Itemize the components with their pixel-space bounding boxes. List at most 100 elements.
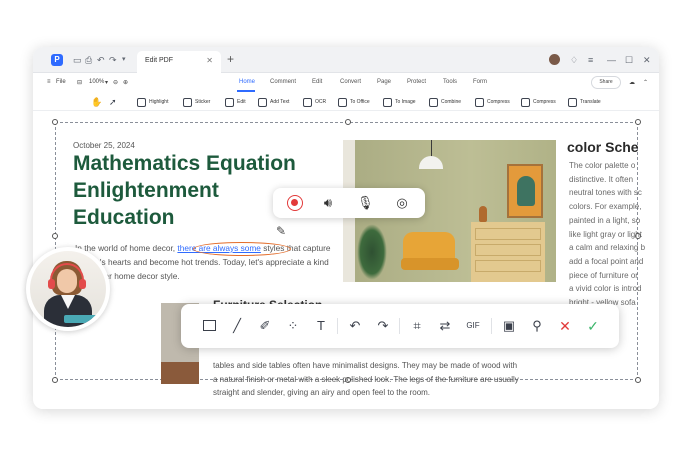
webcam-earcup xyxy=(79,279,86,289)
body-paragraph: tables and side tables often have minima… xyxy=(213,359,558,400)
more-dropdown-icon[interactable]: ▾ xyxy=(122,55,126,65)
toolbar-divider xyxy=(399,318,400,334)
to-office-icon xyxy=(338,97,347,107)
speaker-icon[interactable]: 🔊︎ xyxy=(320,195,336,211)
file-menu[interactable]: File xyxy=(56,79,66,85)
to-image-icon xyxy=(383,97,392,107)
pin-icon[interactable]: ⚲ xyxy=(529,318,545,334)
tab-form[interactable]: Form xyxy=(473,79,487,85)
annotation-toolbar: ╱ ✐ ⁘ T ↶ ↷ ⌗ ⇄ GIF ▣ ⚲ ✕ ✓ xyxy=(181,304,619,348)
app-logo: P xyxy=(51,54,63,66)
toolbar-divider xyxy=(337,318,338,334)
redo-icon[interactable]: ↷ xyxy=(109,55,117,65)
undo-icon[interactable]: ↶ xyxy=(97,55,105,65)
app-window: P ▭ ⎙ ↶ ↷ ▾ Edit PDF ✕ + ♢ ≡ — ☐ ✕ ≡ Fil… xyxy=(33,47,659,409)
compress-tool-2[interactable]: Compress xyxy=(521,96,556,108)
avatar[interactable] xyxy=(549,54,560,65)
compress-tool[interactable]: Compress xyxy=(475,96,510,108)
to-image-tool[interactable]: To Image xyxy=(383,96,416,108)
document-canvas[interactable]: October 25, 2024 Mathematics Equation En… xyxy=(33,112,659,409)
webcam-icon[interactable]: ◎ xyxy=(394,195,410,211)
zoom-in-icon[interactable]: ⊕ xyxy=(123,79,128,86)
confirm-icon[interactable]: ✓ xyxy=(585,318,601,334)
record-button[interactable] xyxy=(287,195,303,211)
line-icon[interactable]: ╱ xyxy=(229,318,245,334)
document-tab[interactable]: Edit PDF ✕ xyxy=(137,51,221,73)
hand-icon[interactable]: ⊟ xyxy=(77,79,82,86)
resize-handle[interactable] xyxy=(52,119,58,125)
resize-handle[interactable] xyxy=(345,119,351,125)
close-tab-icon[interactable]: ✕ xyxy=(206,56,213,65)
tab-protect[interactable]: Protect xyxy=(407,79,426,85)
edit-tool[interactable]: Edit xyxy=(225,96,246,108)
hamburger-icon[interactable]: ≡ xyxy=(47,79,51,85)
gif-icon[interactable]: GIF xyxy=(465,318,481,334)
mosaic-icon[interactable]: ⁘ xyxy=(285,318,301,334)
close-window-icon[interactable]: ✕ xyxy=(643,55,651,65)
side-line: a calm and relaxing b xyxy=(569,243,646,253)
zoom-out-icon[interactable]: ⊖ xyxy=(113,79,118,86)
share-button[interactable]: Share xyxy=(591,76,621,89)
share-label: Share xyxy=(599,79,613,85)
photo-plant xyxy=(357,224,387,280)
headline-line: Mathematics Equation xyxy=(73,152,296,175)
select-tool-icon[interactable]: ➚ xyxy=(109,96,117,108)
tab-edit[interactable]: Edit xyxy=(312,79,322,85)
freehand-annotation[interactable] xyxy=(193,242,291,256)
sticker-tool[interactable]: Sticker xyxy=(183,96,210,108)
highlighter-icon[interactable]: ✐ xyxy=(257,318,273,334)
save-icon[interactable]: ▣ xyxy=(501,318,517,334)
resize-handle[interactable] xyxy=(635,119,641,125)
cloud-icon[interactable]: ☁ xyxy=(629,79,635,86)
add-text-tool[interactable]: Add Text xyxy=(258,96,289,108)
menu-icon[interactable]: ≡ xyxy=(588,55,593,65)
bell-icon[interactable]: ♢ xyxy=(570,55,578,65)
tab-tools[interactable]: Tools xyxy=(443,79,457,85)
print-icon[interactable]: ⎙ xyxy=(85,55,92,65)
cancel-icon[interactable]: ✕ xyxy=(557,318,573,334)
scan-text-icon[interactable]: ⌗ xyxy=(409,318,425,334)
zoom-level[interactable]: 100% xyxy=(89,79,104,85)
document-tab-label: Edit PDF xyxy=(145,57,174,64)
tab-convert[interactable]: Convert xyxy=(340,79,361,85)
save-icon[interactable]: ▭ xyxy=(73,55,82,65)
side-line: neutral tones with sc xyxy=(569,188,642,198)
side-heading: color Sche xyxy=(567,139,639,155)
side-line: The color palette o xyxy=(569,161,636,170)
webcam-earcup xyxy=(48,279,55,289)
tab-home[interactable]: Home xyxy=(239,79,255,85)
undo-icon[interactable]: ↶ xyxy=(347,318,363,334)
to-office-tool[interactable]: To Office xyxy=(338,96,370,108)
highlight-tool[interactable]: Highlight xyxy=(137,96,168,108)
zoom-dropdown-icon[interactable]: ▾ xyxy=(105,79,108,86)
translate-tool[interactable]: Translate xyxy=(568,96,601,108)
photo-vase xyxy=(479,206,487,222)
text-icon[interactable]: T xyxy=(313,318,329,334)
microphone-icon[interactable]: 🎙︎ xyxy=(357,195,374,211)
webcam-preview[interactable] xyxy=(26,247,110,331)
ocr-tool[interactable]: OCR xyxy=(303,96,326,108)
collapse-icon[interactable]: ⌃ xyxy=(643,79,648,86)
tab-page[interactable]: Page xyxy=(377,79,391,85)
tab-comment[interactable]: Comment xyxy=(270,79,296,85)
maximize-icon[interactable]: ☐ xyxy=(625,55,633,65)
redo-icon[interactable]: ↷ xyxy=(375,318,391,334)
minimize-icon[interactable]: — xyxy=(607,55,616,65)
side-line: painted in a light, so xyxy=(569,215,641,225)
resize-handle[interactable] xyxy=(52,233,58,239)
body-line: a natural finish or metal with a sleek p… xyxy=(213,374,519,384)
hand-tool-icon[interactable]: ✋ xyxy=(91,96,102,108)
combine-icon xyxy=(429,97,438,107)
combine-tool[interactable]: Combine xyxy=(429,96,461,108)
photo-drawer xyxy=(475,228,541,240)
translate-icon[interactable]: ⇄ xyxy=(437,318,453,334)
resize-handle[interactable] xyxy=(52,377,58,383)
photo-chair-seat xyxy=(401,258,459,270)
compress-icon xyxy=(521,97,530,107)
article-date: October 25, 2024 xyxy=(73,141,135,150)
resize-handle[interactable] xyxy=(635,377,641,383)
rectangle-icon[interactable] xyxy=(203,320,216,331)
body-line: tables and side tables often have minima… xyxy=(213,361,518,370)
side-line: add a focal point and xyxy=(569,256,644,266)
new-tab-icon[interactable]: + xyxy=(227,52,234,66)
